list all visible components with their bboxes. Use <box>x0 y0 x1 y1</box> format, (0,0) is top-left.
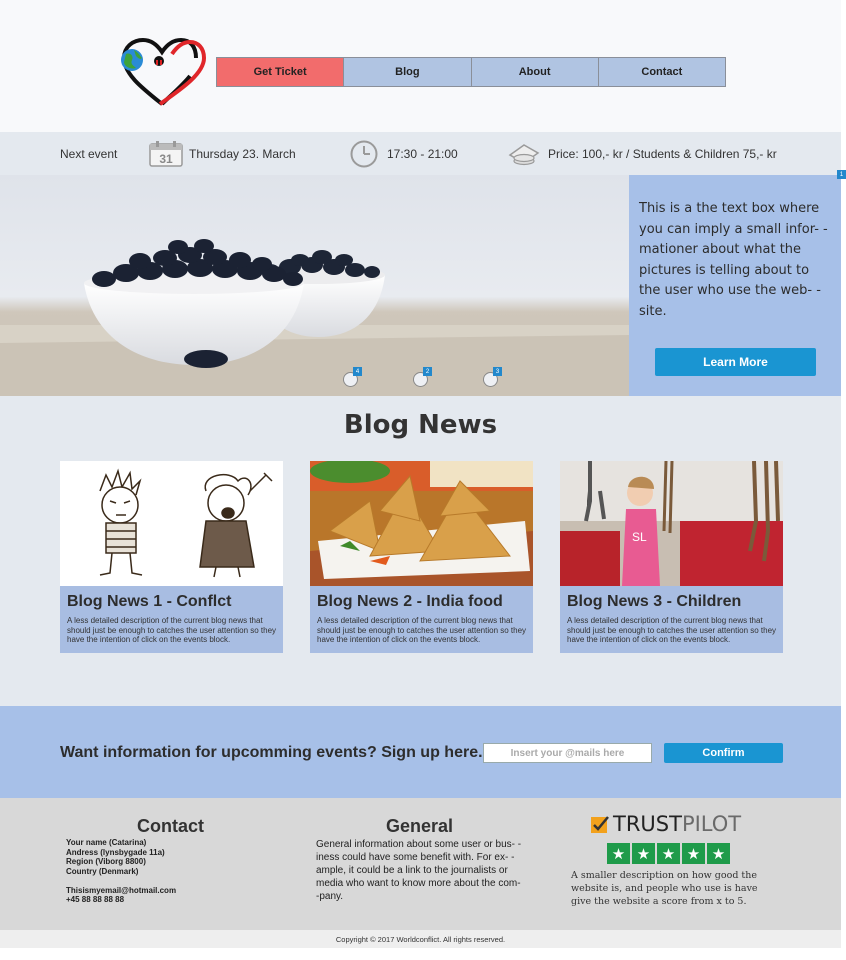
contact-line-name: Your name (Catarina) <box>66 838 147 847</box>
nav-contact[interactable]: Contact <box>598 58 725 86</box>
blog-card-1[interactable]: Blog News 1 - Conflct A less detailed de… <box>60 461 283 653</box>
blog-card-image-cartoon <box>60 461 283 586</box>
slider-dot-2[interactable]: 2 <box>413 367 432 387</box>
contact-line-spacer <box>66 876 176 886</box>
clock-icon <box>350 140 378 167</box>
nav-blog[interactable]: Blog <box>344 58 472 86</box>
trustpilot-description: A smaller description on how good the we… <box>571 870 758 907</box>
calendar-day: 31 <box>159 152 173 166</box>
contact-line-email[interactable]: Thisismyemail@hotmail.com <box>66 886 176 896</box>
slider-dot-label: 2 <box>423 367 432 376</box>
event-date: 31 Thursday 23. March <box>149 132 296 175</box>
blog-card-title: Blog News 3 - Children <box>567 593 742 610</box>
slider-dot-label: 4 <box>353 367 362 376</box>
hero-description: This is a the text box where you can imp… <box>639 201 828 319</box>
slider-dot-4[interactable]: 4 <box>343 367 362 387</box>
blog-card-description: A less detailed description of the curre… <box>67 616 277 644</box>
coins-price-icon <box>508 143 540 165</box>
calendar-icon: 31 <box>149 140 183 167</box>
email-input[interactable] <box>483 743 652 763</box>
event-time-text: 17:30 - 21:00 <box>387 146 458 161</box>
blog-card-description: A less detailed description of the curre… <box>567 616 777 644</box>
contact-line-country: Country (Denmark) <box>66 866 139 876</box>
next-event-text: Next event <box>60 146 118 161</box>
confirm-button[interactable]: Confirm <box>664 743 783 763</box>
blog-card-3[interactable]: SL Blog News 3 - Children A less detaile… <box>560 461 783 653</box>
logo-hearts-globe-icon[interactable] <box>112 36 208 108</box>
blog-card-title: Blog News 2 - India food <box>317 593 503 610</box>
footer-general-text: General information about some user or b… <box>316 839 522 902</box>
trustpilot-wordmark: TRUSTPILOT <box>613 812 741 836</box>
footer: Contact Your name (Catarina) Andress (ly… <box>0 798 841 930</box>
next-event-label: Next event <box>60 132 117 175</box>
bottom-spacer <box>0 948 841 960</box>
hero-image-blueberries: 4 2 3 <box>0 175 629 396</box>
page: Get Ticket Blog About Contact Next event… <box>0 0 846 960</box>
contact-line-address: Andress (lynsbygade 11a) <box>66 847 165 857</box>
blog-card-2[interactable]: Blog News 2 - India food A less detailed… <box>310 461 533 653</box>
hero-text-box: This is a the text box where you can imp… <box>629 175 841 396</box>
blog-section: Blog News Blog News 1 - Conflct A less d… <box>0 396 841 706</box>
event-date-text: Thursday 23. March <box>189 146 296 161</box>
star-icon: ★ <box>657 843 680 864</box>
slider-dot-3[interactable]: 3 <box>483 367 502 387</box>
learn-more-button[interactable]: Learn More <box>655 348 816 376</box>
event-time: 17:30 - 21:00 <box>349 132 458 175</box>
event-bar: Next event 31 Thursday 23. March 17:30 -… <box>0 132 841 175</box>
event-price: Price: 100,- kr / Students & Children 75… <box>508 132 777 175</box>
trustpilot-word-trust: TRUST <box>613 812 682 836</box>
trustpilot-logo[interactable]: TRUSTPILOT <box>591 812 741 836</box>
blog-card-description: A less detailed description of the curre… <box>317 616 527 644</box>
event-price-text: Price: 100,- kr / Students & Children 75… <box>548 146 777 161</box>
blog-section-title: Blog News <box>343 410 498 440</box>
contact-line-phone: +45 88 88 88 88 <box>66 895 125 904</box>
signup-section: Want information for upcomming events? S… <box>0 706 841 798</box>
star-icon: ★ <box>707 843 730 864</box>
footer-general-title: General <box>386 816 454 836</box>
star-icon: ★ <box>682 843 705 864</box>
trustpilot-check-icon <box>591 816 609 833</box>
main-nav: Get Ticket Blog About Contact <box>216 57 726 87</box>
trustpilot-rating-stars: ★ ★ ★ ★ ★ <box>607 843 730 864</box>
footer-contact-details: Your name (Catarina) Andress (lynsbygade… <box>66 838 176 905</box>
slider-dot-label: 3 <box>493 367 502 376</box>
nav-about[interactable]: About <box>471 58 599 86</box>
footer-contact-title: Contact <box>137 816 204 836</box>
hero-slider: 4 2 3 This is a the text box where you c… <box>0 175 841 396</box>
corner-badge: 1 <box>837 170 846 179</box>
signup-heading: Want information for upcomming events? S… <box>60 744 483 761</box>
star-icon: ★ <box>607 843 630 864</box>
blog-card-image-samosas <box>310 461 533 586</box>
nav-get-ticket[interactable]: Get Ticket <box>217 58 345 86</box>
blog-card-title: Blog News 1 - Conflct <box>67 593 232 610</box>
star-icon: ★ <box>632 843 655 864</box>
blog-card-image-child-gym: SL <box>560 461 783 586</box>
trustpilot-word-pilot: PILOT <box>681 812 742 836</box>
copyright-bar: Copyright © 2017 Worldconflict. All righ… <box>0 930 841 948</box>
contact-line-region: Region (Viborg 8800) <box>66 857 146 866</box>
svg-text:SL: SL <box>632 530 647 544</box>
copyright-text: Copyright © 2017 Worldconflict. All righ… <box>335 934 506 944</box>
header: Get Ticket Blog About Contact <box>0 0 841 132</box>
